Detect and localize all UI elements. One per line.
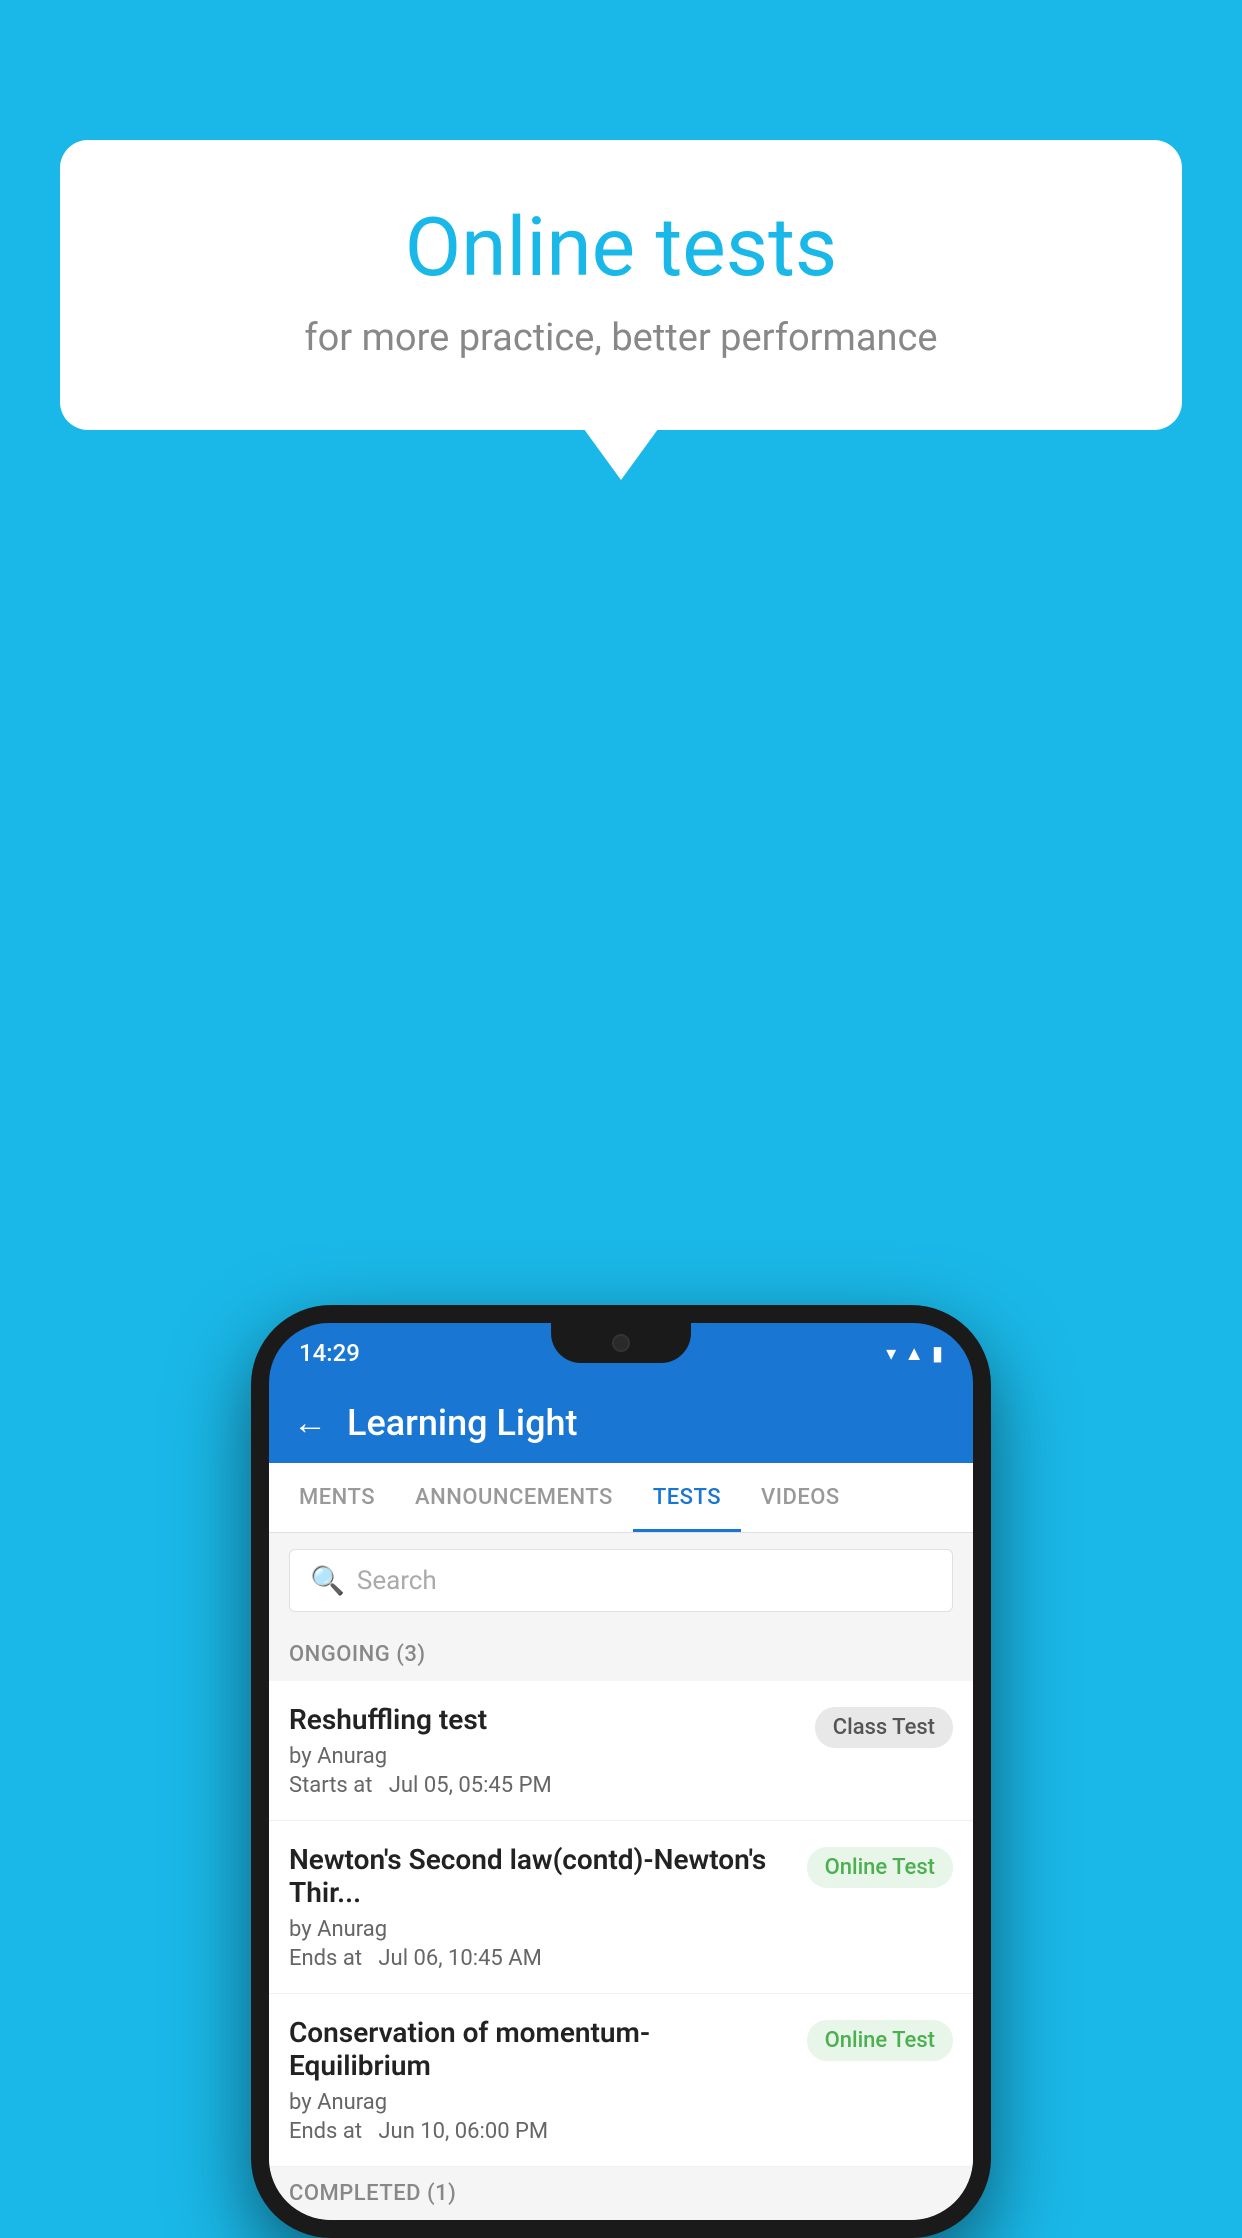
phone-screen: ← Learning Light MENTS ANNOUNCEMENTS TES… [269,1383,973,2220]
wifi-icon: ▾ [886,1341,896,1365]
search-input[interactable]: Search [357,1566,437,1596]
test-time-1: Starts at Jul 05, 05:45 PM [289,1773,799,1798]
test-time-value-3: Jun 10, 06:00 PM [378,2119,548,2144]
test-item-2[interactable]: Newton's Second law(contd)-Newton's Thir… [269,1821,973,1994]
app-bar: ← Learning Light [269,1383,973,1463]
phone-outer: 14:29 ▾ ▲ ▮ ← Learning Light MENTS ANNOU… [251,1305,991,2238]
speech-bubble-subtitle: for more practice, better performance [140,316,1102,360]
test-item-1[interactable]: Reshuffling test by Anurag Starts at Jul… [269,1681,973,1821]
app-bar-title: Learning Light [347,1402,577,1444]
speech-bubble: Online tests for more practice, better p… [60,140,1182,430]
speech-bubble-container: Online tests for more practice, better p… [60,140,1182,430]
test-time-value-2: Jul 06, 10:45 AM [378,1946,541,1971]
status-icons: ▾ ▲ ▮ [886,1341,943,1366]
test-by-1: by Anurag [289,1744,799,1769]
phone-wrapper: 14:29 ▾ ▲ ▮ ← Learning Light MENTS ANNOU… [251,1305,991,2238]
speech-bubble-title: Online tests [140,200,1102,296]
test-name-2: Newton's Second law(contd)-Newton's Thir… [289,1843,791,1909]
search-icon: 🔍 [310,1564,345,1597]
test-info-1: Reshuffling test by Anurag Starts at Jul… [289,1703,815,1798]
test-time-value-1: Jul 05, 05:45 PM [389,1773,552,1798]
test-time-label-3: Ends at [289,2119,362,2144]
test-list: Reshuffling test by Anurag Starts at Jul… [269,1681,973,2167]
test-by-3: by Anurag [289,2090,791,2115]
test-name-3: Conservation of momentum-Equilibrium [289,2016,791,2082]
phone-camera [612,1334,630,1352]
battery-icon: ▮ [932,1341,943,1365]
test-info-2: Newton's Second law(contd)-Newton's Thir… [289,1843,807,1971]
test-name-1: Reshuffling test [289,1703,799,1736]
test-badge-1: Class Test [815,1707,953,1748]
test-time-2: Ends at Jul 06, 10:45 AM [289,1946,791,1971]
tab-ments[interactable]: MENTS [279,1463,395,1532]
tab-tests[interactable]: TESTS [633,1463,741,1532]
ongoing-section-label: ONGOING (3) [269,1628,973,1681]
tab-announcements[interactable]: ANNOUNCEMENTS [395,1463,633,1532]
completed-section-label: COMPLETED (1) [269,2167,973,2220]
phone-notch [551,1323,691,1363]
status-time: 14:29 [299,1339,360,1367]
back-button[interactable]: ← [293,1403,327,1443]
tabs-bar: MENTS ANNOUNCEMENTS TESTS VIDEOS [269,1463,973,1533]
signal-icon: ▲ [904,1341,924,1366]
test-item-3[interactable]: Conservation of momentum-Equilibrium by … [269,1994,973,2167]
test-time-label-1: Starts at [289,1773,372,1798]
test-badge-3: Online Test [807,2020,953,2061]
status-bar: 14:29 ▾ ▲ ▮ [269,1323,973,1383]
test-time-3: Ends at Jun 10, 06:00 PM [289,2119,791,2144]
test-by-2: by Anurag [289,1917,791,1942]
test-badge-2: Online Test [807,1847,953,1888]
search-container: 🔍 Search [269,1533,973,1628]
search-bar[interactable]: 🔍 Search [289,1549,953,1612]
test-info-3: Conservation of momentum-Equilibrium by … [289,2016,807,2144]
tab-videos[interactable]: VIDEOS [741,1463,860,1532]
test-time-label-2: Ends at [289,1946,362,1971]
